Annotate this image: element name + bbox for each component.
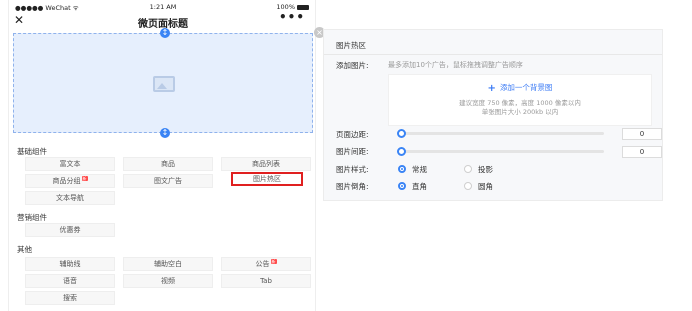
add-background-button[interactable]: + 添加一个背景图 [389,82,651,94]
hotzone-settings-panel: 图片热区 添加图片: 最多添加10个广告，鼠标拖拽调整广告顺序 + 添加一个背景图… [323,29,663,201]
component-notice[interactable]: 公告新 [221,257,311,271]
style-normal-label: 常规 [412,165,427,174]
status-time: 1:21 AM [149,3,177,11]
panel-divider [324,54,662,55]
component-goods-group[interactable]: 商品分组新 [25,174,115,188]
component-goods-group-label: 商品分组 [52,177,81,185]
style-shadow-label: 投影 [478,165,493,174]
page-margin-label: 页面边距: [336,130,369,139]
component-notice-label: 公告 [255,260,270,268]
resize-handle-bottom[interactable]: ↕ [160,128,170,138]
add-background-label: 添加一个背景图 [499,83,553,92]
component-blank-space[interactable]: 辅助空白 [123,257,213,271]
hotzone-image-area[interactable] [13,33,313,133]
upload-filesize-note: 单张图片大小 200kb 以内 [481,108,559,116]
component-divider-line[interactable]: 辅助线 [25,257,115,271]
image-placeholder-icon [153,76,175,92]
component-search[interactable]: 搜索 [25,291,115,305]
corner-round-radio[interactable] [464,182,472,190]
background-upload-box[interactable]: + 添加一个背景图 建议宽度 750 像素，高度 1000 像素以内 单张图片大小… [388,74,652,126]
panel-title: 图片热区 [336,41,366,50]
component-video[interactable]: 视频 [123,274,213,288]
page: ●●●●● WeChat ᯤ 1:21 AM 100% ✕ 微页面标题 ••• … [0,0,692,311]
component-tab[interactable]: Tab [221,274,311,288]
page-margin-slider-knob[interactable] [397,129,406,138]
component-text-nav[interactable]: 文本导航 [25,191,115,205]
corner-square-radio[interactable] [398,182,406,190]
image-spacing-slider[interactable] [404,150,604,153]
phone-preview: ●●●●● WeChat ᯤ 1:21 AM 100% ✕ 微页面标题 ••• … [8,0,325,311]
group-title-marketing: 营销组件 [17,213,47,222]
group-title-other: 其他 [17,245,32,254]
component-goods[interactable]: 商品 [123,157,213,171]
style-normal-radio[interactable] [398,165,406,173]
corner-round-label: 圆角 [478,182,493,191]
status-bar: ●●●●● WeChat ᯤ 1:21 AM 100% [9,0,317,13]
new-badge: 新 [270,259,277,264]
image-corner-label: 图片倒角: [336,182,369,191]
group-title-basic: 基础组件 [17,147,47,156]
style-shadow-radio[interactable] [464,165,472,173]
image-spacing-input[interactable]: 0 [622,146,662,158]
image-spacing-label: 图片间距: [336,147,369,156]
component-image-ad[interactable]: 图文广告 [123,174,213,188]
component-rich-text[interactable]: 富文本 [25,157,115,171]
image-style-label: 图片样式: [336,165,369,174]
resize-handle-top[interactable]: ↕ [160,28,170,38]
add-image-hint: 最多添加10个广告，鼠标拖拽调整广告顺序 [388,61,523,69]
more-menu-icon[interactable]: ••• [279,10,305,24]
component-coupon[interactable]: 优惠券 [25,223,115,237]
component-image-hotzone[interactable]: 图片热区 [231,172,303,186]
image-spacing-slider-knob[interactable] [397,147,406,156]
page-margin-slider[interactable] [404,132,604,135]
plus-icon: + [487,83,496,94]
corner-square-label: 直角 [412,182,427,191]
new-badge: 新 [81,176,88,181]
component-voice[interactable]: 语音 [25,274,115,288]
page-margin-input[interactable]: 0 [622,128,662,140]
component-goods-list[interactable]: 商品列表 [221,157,311,171]
add-image-label: 添加图片: [336,61,369,70]
